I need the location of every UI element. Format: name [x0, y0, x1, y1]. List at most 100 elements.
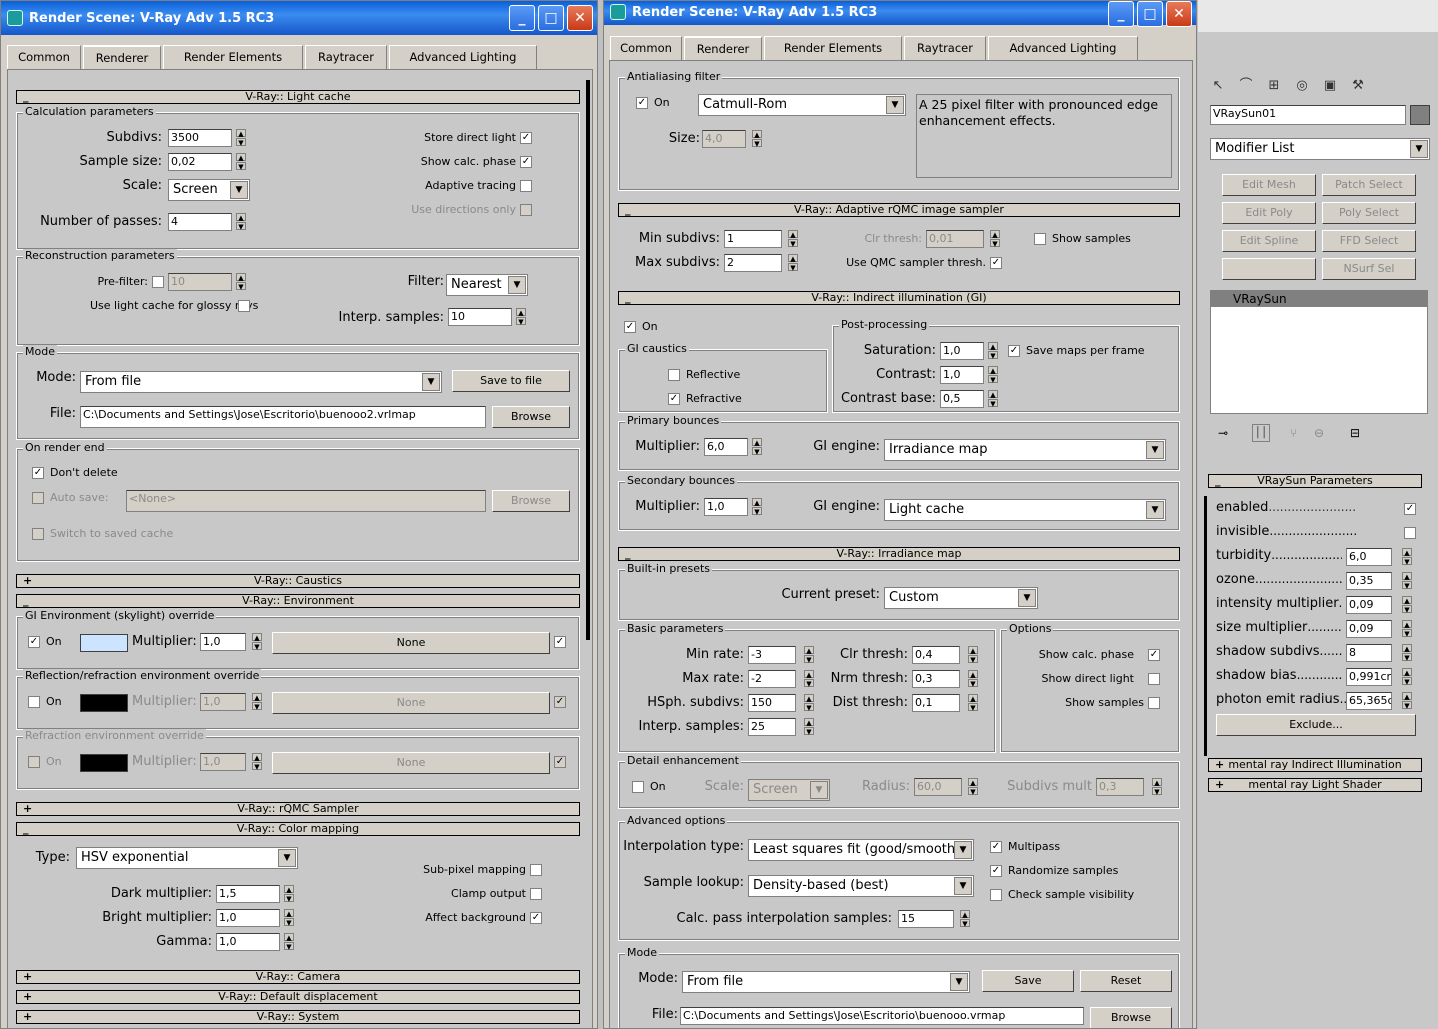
gi-map-none-button[interactable]: None	[272, 632, 550, 654]
adaptive-checkbox[interactable]	[520, 180, 532, 192]
refr-map-checkbox[interactable]: ✓	[554, 756, 566, 768]
sample-lookup-dropdown[interactable]: Density-based (best) ▼	[748, 875, 974, 897]
min-rate-field[interactable]: -3	[748, 646, 796, 664]
max-rate-field[interactable]: -2	[748, 670, 796, 688]
save-button[interactable]: Save	[982, 970, 1074, 992]
invisible-checkbox[interactable]	[1404, 527, 1416, 539]
panel-scrollbar[interactable]	[1204, 496, 1207, 756]
rollout-system[interactable]: + V-Ray:: System	[16, 1010, 580, 1024]
nsurf-sel-button[interactable]: NSurf Sel	[1322, 258, 1416, 280]
irr-mode-dropdown[interactable]: From file ▼	[682, 971, 970, 993]
save-maps-checkbox[interactable]: ✓	[1008, 345, 1020, 357]
maximize-icon[interactable]: □	[538, 5, 564, 31]
irr-show-calc-checkbox[interactable]: ✓	[1148, 649, 1160, 661]
interp-spinner[interactable]: ▲ ▼	[516, 308, 526, 326]
minimize-icon[interactable]: _	[1108, 1, 1134, 27]
min-subdivs-field[interactable]: 1	[724, 230, 782, 248]
dark-mult-spinner[interactable]: ▲ ▼	[284, 885, 294, 903]
clamp-checkbox[interactable]	[530, 888, 542, 900]
close-icon[interactable]: ✕	[567, 5, 593, 31]
rollout-caustics[interactable]: + V-Ray:: Caustics	[16, 574, 580, 588]
max-subdivs-spinner[interactable]: ▲ ▼	[788, 254, 798, 272]
edit-mesh-button[interactable]: Edit Mesh	[1222, 174, 1316, 196]
saturation-field[interactable]: 1,0	[940, 342, 984, 360]
rollout-mr-light-shader[interactable]: + mental ray Light Shader	[1208, 778, 1422, 792]
object-name-field[interactable]: VRaySun01	[1210, 105, 1406, 125]
min-subdivs-spinner[interactable]: ▲ ▼	[788, 230, 798, 248]
size-mult-spinner[interactable]: ▲ ▼	[1402, 620, 1412, 638]
tab-advanced-lighting[interactable]: Advanced Lighting	[988, 36, 1138, 60]
ffd-select-button[interactable]: FFD Select	[1322, 230, 1416, 252]
refl-map-checkbox[interactable]: ✓	[554, 696, 566, 708]
rollout-adaptive-sampler[interactable]: _ V-Ray:: Adaptive rQMC image sampler	[618, 203, 1180, 217]
contrast-base-spinner[interactable]: ▲ ▼	[988, 390, 998, 408]
show-samples-checkbox[interactable]	[1034, 233, 1046, 245]
primary-engine-dropdown[interactable]: Irradiance map ▼	[884, 439, 1166, 461]
filter-dropdown[interactable]: Nearest ▼	[446, 274, 528, 296]
tab-raytracer[interactable]: Raytracer	[904, 36, 986, 60]
sample-size-spinner[interactable]: ▲ ▼	[236, 153, 246, 171]
store-direct-checkbox[interactable]: ✓	[520, 132, 532, 144]
primary-mult-field[interactable]: 6,0	[704, 438, 748, 456]
passes-field[interactable]: 4	[168, 213, 232, 231]
bright-mult-field[interactable]: 1,0	[216, 909, 280, 927]
scrollbar[interactable]	[586, 80, 590, 640]
poly-select-button[interactable]: Poly Select	[1322, 202, 1416, 224]
hsph-spinner[interactable]: ▲ ▼	[804, 694, 814, 712]
clr-thresh-spinner[interactable]: ▲ ▼	[990, 230, 1000, 248]
max-subdivs-field[interactable]: 2	[724, 254, 782, 272]
browse-button[interactable]: Browse	[492, 406, 570, 428]
tab-renderer[interactable]: Renderer	[83, 45, 161, 69]
edit-poly-button[interactable]: Edit Poly	[1222, 202, 1316, 224]
detail-radius-spinner[interactable]: ▲ ▼	[968, 778, 978, 796]
check-visibility-checkbox[interactable]	[990, 889, 1002, 901]
save-to-file-button[interactable]: Save to file	[452, 370, 570, 392]
tab-raytracer[interactable]: Raytracer	[305, 45, 387, 69]
shadow-bias-field[interactable]: 0,991cm	[1346, 668, 1392, 686]
refl-mult-spinner[interactable]: ▲ ▼	[252, 693, 262, 711]
configure-sets-icon[interactable]: ⊟	[1350, 426, 1360, 440]
close-icon[interactable]: ✕	[1166, 1, 1192, 27]
show-end-result-icon[interactable]: ⏐⏐	[1252, 424, 1270, 442]
make-unique-icon[interactable]: ⑂	[1290, 426, 1297, 440]
edit-spline-button[interactable]: Edit Spline	[1222, 230, 1316, 252]
rollout-irradiance-map[interactable]: _ V-Ray:: Irradiance map	[618, 547, 1180, 561]
rollout-mr-indirect[interactable]: + mental ray Indirect Illumination	[1208, 758, 1422, 772]
pin-stack-icon[interactable]: ⊸	[1218, 426, 1228, 440]
detail-scale-dropdown[interactable]: Screen ▼	[748, 779, 830, 801]
autosave-field[interactable]: <None>	[126, 490, 486, 512]
clr-thresh-field[interactable]: 0,01	[926, 230, 984, 248]
refractive-checkbox[interactable]: ✓	[668, 393, 680, 405]
rollout-indirect-illumination[interactable]: _ V-Ray:: Indirect illumination (GI)	[618, 291, 1180, 305]
file-path-field[interactable]: C:\Documents and Settings\Jose\Escritori…	[80, 406, 486, 428]
irr-file-field[interactable]: C:\Documents and Settings\Jose\Escritori…	[680, 1007, 1084, 1025]
turbidity-spinner[interactable]: ▲ ▼	[1402, 548, 1412, 566]
window-2-titlebar[interactable]: Render Scene: V-Ray Adv 1.5 RC3 _ □ ✕	[604, 1, 1196, 27]
scale-dropdown[interactable]: Screen ▼	[168, 179, 250, 201]
subpixel-checkbox[interactable]	[530, 864, 542, 876]
preset-dropdown[interactable]: Custom ▼	[884, 587, 1038, 609]
turbidity-field[interactable]: 6,0	[1346, 548, 1392, 566]
detail-on-checkbox[interactable]	[632, 781, 644, 793]
rollout-camera[interactable]: + V-Ray:: Camera	[16, 970, 580, 984]
primary-mult-spinner[interactable]: ▲ ▼	[752, 438, 762, 456]
contrast-base-field[interactable]: 0,5	[940, 390, 984, 408]
refr-mult-field[interactable]: 1,0	[200, 753, 246, 771]
modify-tab-icon[interactable]: ⌒	[1236, 76, 1256, 96]
refl-on-checkbox[interactable]	[28, 696, 40, 708]
shadow-bias-spinner[interactable]: ▲ ▼	[1402, 668, 1412, 686]
irr-clr-spinner[interactable]: ▲ ▼	[968, 646, 978, 664]
secondary-mult-field[interactable]: 1,0	[704, 498, 748, 516]
saturation-spinner[interactable]: ▲ ▼	[988, 342, 998, 360]
prefilter-checkbox[interactable]	[152, 276, 164, 288]
refr-map-none-button[interactable]: None	[272, 752, 550, 774]
intensity-spinner[interactable]: ▲ ▼	[1402, 596, 1412, 614]
glossy-checkbox[interactable]	[238, 300, 250, 312]
hierarchy-tab-icon[interactable]: ⊞	[1264, 76, 1284, 96]
use-qmc-checkbox[interactable]: ✓	[990, 257, 1002, 269]
dist-thresh-field[interactable]: 0,1	[912, 694, 960, 712]
window-1-titlebar[interactable]: Render Scene: V-Ray Adv 1.5 RC3 _ □ ✕	[1, 1, 597, 35]
randomize-checkbox[interactable]: ✓	[990, 865, 1002, 877]
create-tab-icon[interactable]: ↖	[1208, 76, 1228, 96]
rollout-rqmc-sampler[interactable]: + V-Ray:: rQMC Sampler	[16, 802, 580, 816]
